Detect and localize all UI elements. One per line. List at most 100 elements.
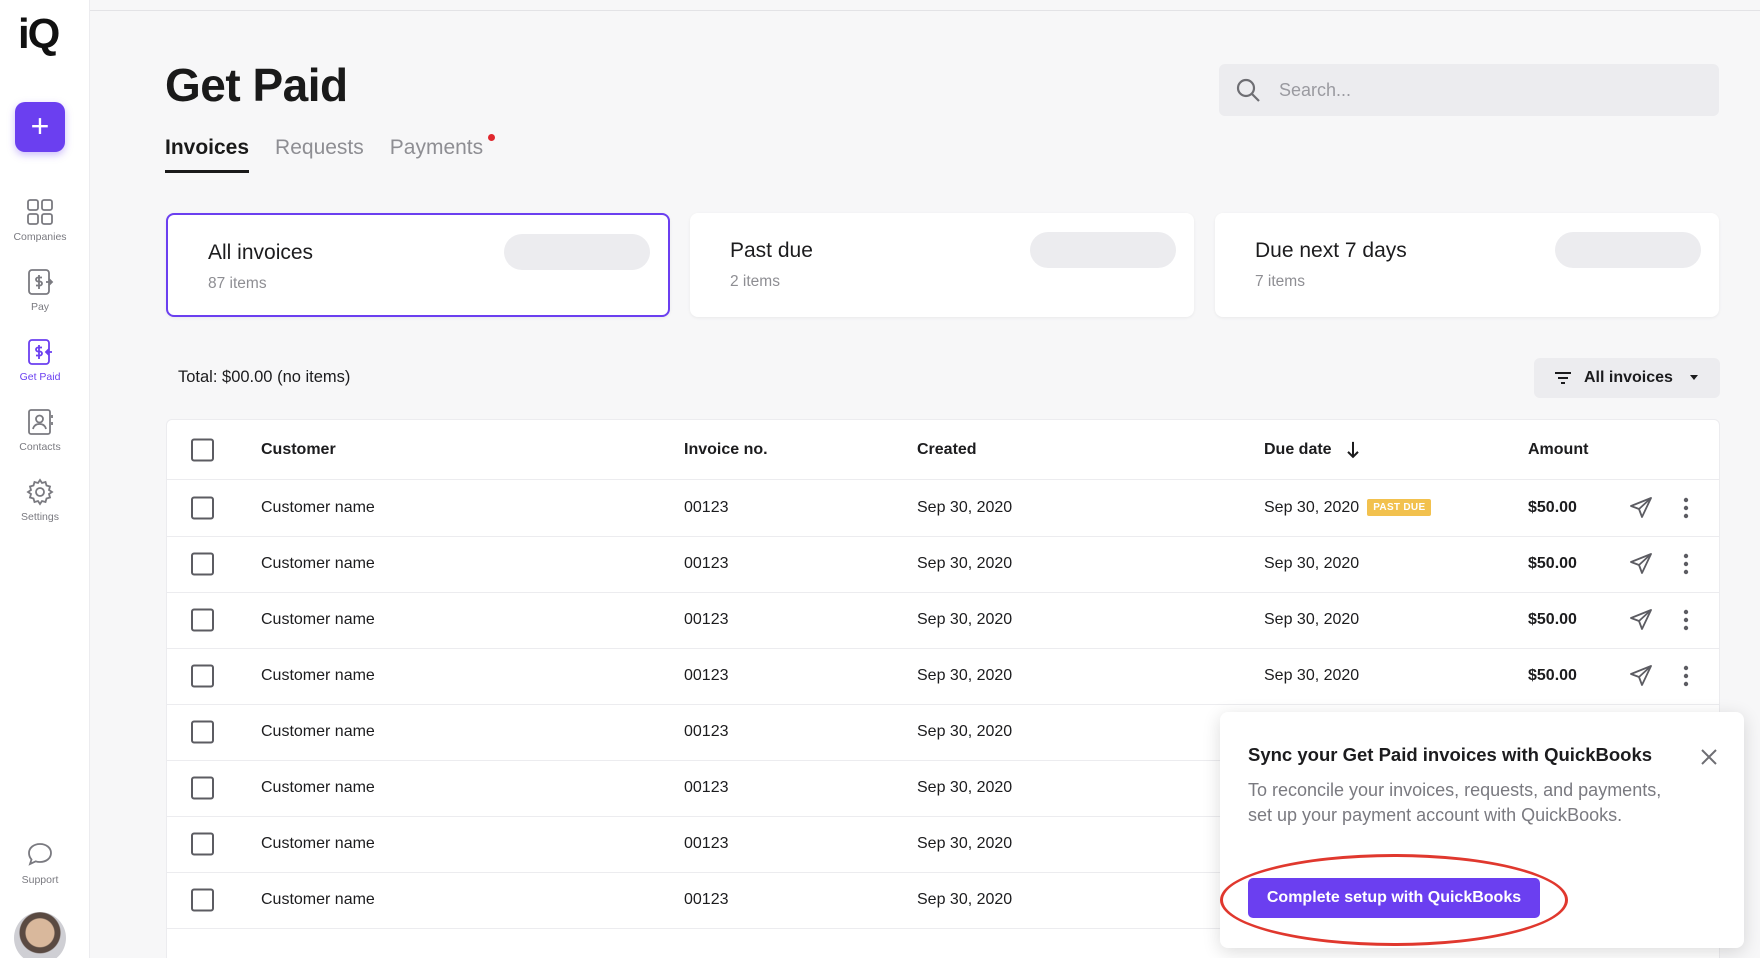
invoice-number-cell: 00123 bbox=[684, 611, 729, 628]
close-icon[interactable] bbox=[1700, 748, 1718, 766]
due-date-text: Sep 30, 2020 bbox=[1264, 667, 1360, 684]
row-checkbox[interactable] bbox=[191, 664, 214, 688]
grid-icon bbox=[27, 199, 53, 225]
sidebar-item-settings[interactable]: Settings bbox=[0, 477, 80, 523]
get-paid-icon bbox=[28, 339, 52, 365]
invoice-number-cell: 00123 bbox=[684, 723, 729, 740]
create-new-button[interactable]: + bbox=[15, 102, 65, 152]
sidebar-item-label: Contacts bbox=[19, 441, 61, 453]
select-all-checkbox[interactable] bbox=[191, 438, 214, 461]
sidebar-item-companies[interactable]: Companies bbox=[0, 197, 80, 243]
created-date-cell: Sep 30, 2020 bbox=[917, 835, 1013, 852]
column-header-due-date[interactable]: Due date bbox=[1264, 440, 1360, 458]
column-header-amount[interactable]: Amount bbox=[1528, 441, 1588, 459]
send-icon[interactable] bbox=[1629, 664, 1653, 688]
send-icon[interactable] bbox=[1629, 608, 1653, 632]
created-date-cell: Sep 30, 2020 bbox=[917, 555, 1013, 572]
contacts-icon bbox=[28, 409, 53, 435]
sidebar: iQ + Companies Pay Get Paid Contacts Set… bbox=[0, 0, 90, 958]
created-date-cell: Sep 30, 2020 bbox=[917, 723, 1013, 740]
top-divider bbox=[90, 10, 1760, 11]
app-logo: iQ bbox=[18, 10, 60, 57]
amount-cell: $50.00 bbox=[1528, 499, 1577, 516]
card-amount-placeholder bbox=[1555, 232, 1701, 268]
created-date-cell: Sep 30, 2020 bbox=[917, 611, 1013, 628]
invoice-number-cell: 00123 bbox=[684, 891, 729, 908]
row-checkbox[interactable] bbox=[191, 608, 214, 632]
row-checkbox[interactable] bbox=[191, 776, 214, 800]
customer-cell: Customer name bbox=[261, 891, 375, 908]
table-row[interactable]: Customer name 00123 Sep 30, 2020 Sep 30, 20… bbox=[167, 536, 1719, 593]
status-badge: PAST DUE bbox=[1367, 499, 1432, 517]
sidebar-item-label: Get Paid bbox=[19, 371, 61, 383]
due-date-cell: Sep 30, 2020 bbox=[1264, 555, 1359, 573]
complete-setup-button[interactable]: Complete setup with QuickBooks bbox=[1248, 878, 1540, 918]
tab-bar: Invoices Requests Payments bbox=[165, 134, 496, 173]
row-checkbox[interactable] bbox=[191, 832, 214, 856]
pay-icon bbox=[28, 269, 54, 295]
more-options-icon[interactable] bbox=[1683, 497, 1689, 519]
sidebar-item-support[interactable]: Support bbox=[0, 840, 80, 886]
tab-payments[interactable]: Payments bbox=[389, 134, 496, 173]
summary-card-all-invoices[interactable]: All invoices 87 items bbox=[166, 213, 670, 317]
card-count: 2 items bbox=[730, 273, 780, 290]
card-title: All invoices bbox=[208, 241, 314, 264]
more-options-icon[interactable] bbox=[1683, 665, 1689, 687]
column-header-invoice[interactable]: Invoice no. bbox=[684, 441, 768, 459]
card-title: Past due bbox=[730, 239, 813, 262]
sort-descending-icon bbox=[1347, 441, 1359, 458]
due-date-text: Sep 30, 2020 bbox=[1264, 555, 1360, 572]
amount-cell: $50.00 bbox=[1528, 667, 1577, 684]
row-checkbox[interactable] bbox=[191, 720, 214, 744]
filter-label: All invoices bbox=[1584, 369, 1673, 386]
search-placeholder: Search... bbox=[1279, 80, 1352, 100]
more-options-icon[interactable] bbox=[1683, 609, 1689, 631]
chevron-down-icon bbox=[1690, 375, 1698, 380]
send-icon[interactable] bbox=[1629, 496, 1653, 520]
sidebar-item-pay[interactable]: Pay bbox=[0, 267, 80, 313]
invoice-number-cell: 00123 bbox=[684, 779, 729, 796]
invoice-filter-dropdown[interactable]: All invoices bbox=[1534, 358, 1720, 398]
customer-cell: Customer name bbox=[261, 779, 375, 796]
due-date-text: Sep 30, 2020 bbox=[1264, 499, 1360, 516]
send-icon[interactable] bbox=[1629, 552, 1653, 576]
created-date-cell: Sep 30, 2020 bbox=[917, 667, 1013, 684]
invoice-number-cell: 00123 bbox=[684, 499, 729, 516]
created-date-cell: Sep 30, 2020 bbox=[917, 499, 1013, 516]
sidebar-item-get-paid[interactable]: Get Paid bbox=[0, 337, 80, 383]
sidebar-item-label: Settings bbox=[21, 511, 59, 523]
row-checkbox[interactable] bbox=[191, 888, 214, 912]
created-date-cell: Sep 30, 2020 bbox=[917, 891, 1013, 908]
summary-card-past-due[interactable]: Past due 2 items bbox=[690, 213, 1194, 317]
tab-requests[interactable]: Requests bbox=[275, 136, 364, 173]
more-options-icon[interactable] bbox=[1683, 553, 1689, 575]
sidebar-item-label: Companies bbox=[13, 231, 67, 243]
table-row[interactable]: Customer name 00123 Sep 30, 2020 Sep 30, 20… bbox=[167, 592, 1719, 649]
table-row[interactable]: Customer name 00123 Sep 30, 2020 Sep 30, 20… bbox=[167, 480, 1719, 537]
chat-icon bbox=[28, 843, 52, 866]
gear-icon bbox=[26, 478, 54, 506]
column-header-customer[interactable]: Customer bbox=[261, 441, 336, 459]
row-checkbox[interactable] bbox=[191, 496, 214, 520]
due-date-cell: Sep 30, 2020 PAST DUE bbox=[1264, 499, 1432, 517]
tab-invoices[interactable]: Invoices bbox=[165, 136, 250, 173]
filter-icon bbox=[1555, 372, 1571, 384]
table-row[interactable]: Customer name 00123 Sep 30, 2020 Sep 30, 20… bbox=[167, 648, 1719, 705]
row-checkbox[interactable] bbox=[191, 552, 214, 576]
search-icon bbox=[1236, 78, 1260, 102]
column-header-created[interactable]: Created bbox=[917, 441, 977, 459]
customer-cell: Customer name bbox=[261, 611, 375, 628]
search-input[interactable]: Search... bbox=[1219, 64, 1719, 116]
avatar[interactable] bbox=[14, 912, 66, 958]
amount-cell: $50.00 bbox=[1528, 611, 1577, 628]
summary-card-due-next-7-days[interactable]: Due next 7 days 7 items bbox=[1215, 213, 1719, 317]
column-header-label: Due date bbox=[1264, 440, 1332, 458]
card-amount-placeholder bbox=[504, 234, 650, 270]
sidebar-item-label: Support bbox=[21, 874, 59, 886]
sidebar-item-contacts[interactable]: Contacts bbox=[0, 407, 80, 453]
popover-title: Sync your Get Paid invoices with QuickBo… bbox=[1248, 744, 1653, 765]
due-date-text: Sep 30, 2020 bbox=[1264, 611, 1360, 628]
tab-label: Payments bbox=[389, 136, 484, 159]
customer-cell: Customer name bbox=[261, 667, 375, 684]
quickbooks-sync-popover: Sync your Get Paid invoices with QuickBo… bbox=[1220, 712, 1744, 948]
